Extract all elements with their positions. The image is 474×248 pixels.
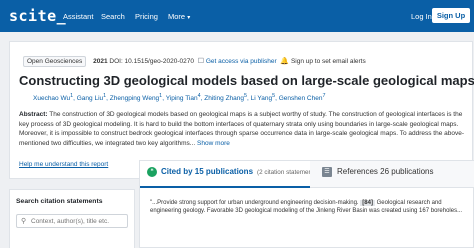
abstract-text: The construction of 3D geological models… [19,111,465,147]
abstract: Abstract: The construction of 3D geologi… [19,110,471,148]
cited-by-count: Cited by 15 publications [161,167,254,176]
publication-year: 2021 [93,58,108,65]
abstract-label: Abstract: [19,111,48,118]
author-link[interactable]: Genshen Chen [279,95,323,102]
tab-references[interactable]: ☰ References 26 publications [310,161,474,188]
article-meta: Open Geosciences 2021 DOI: 10.1515/geo-2… [23,56,366,67]
article-card: Open Geosciences 2021 DOI: 10.1515/geo-2… [9,41,474,179]
author-link[interactable]: Xuechao Wu [33,95,70,102]
signup-button[interactable]: Sign Up [432,8,470,23]
search-panel-title: Search citation statements [16,198,103,205]
email-alerts-link[interactable]: Sign up to set email alerts [291,58,366,65]
show-more-link[interactable]: Show more [197,140,230,147]
nav-more[interactable]: More ▾ [168,12,190,21]
author-link[interactable]: Li Yang [251,95,272,102]
nav-pricing[interactable]: Pricing [135,12,158,21]
nav-assistant[interactable]: Assistant [63,12,93,21]
document-icon: ☰ [322,167,332,177]
search-citations-panel: Search citation statements ⚲ [9,189,135,248]
tab-cited-by[interactable]: ❝ Cited by 15 publications (2 citation st… [140,161,319,188]
bell-icon: 🔔 [278,58,290,65]
checkbox-icon: ☐ [195,58,205,65]
reference-badge[interactable]: [84] [360,200,375,206]
top-nav: scite_ Assistant Search Pricing More ▾ L… [0,0,474,32]
scite-logo[interactable]: scite_ [9,7,66,25]
cited-by-label: Cited by 15 publications (2 citation stat… [161,167,319,176]
chevron-down-icon: ▾ [187,15,191,21]
search-icon: ⚲ [21,218,27,225]
author-link[interactable]: Gang Liu [77,95,103,102]
snippet-text-pre: "...Provide strong support for urban und… [150,200,359,206]
quote-icon: ❝ [147,167,157,177]
publisher-access-link[interactable]: Get access via publisher [206,58,277,65]
help-understand-link[interactable]: Help me understand this report [19,161,108,168]
author-link[interactable]: Yiping Tian [166,95,198,102]
author-link[interactable]: Zhiting Zhang [204,95,244,102]
nav-more-label: More [168,12,186,21]
citations-panel: ❝ Cited by 15 publications (2 citation st… [139,160,474,248]
login-link[interactable]: Log In [411,12,432,21]
citation-snippet: "...Provide strong support for urban und… [140,193,474,221]
search-box[interactable]: ⚲ [16,214,128,228]
author-list: Xuechao Wu1, Gang Liu1, Zhengping Weng1,… [33,93,326,103]
author-link[interactable]: Zhengping Weng [110,95,159,102]
journal-badge[interactable]: Open Geosciences [23,56,87,67]
search-input[interactable] [31,216,125,226]
article-title: Constructing 3D geological models based … [19,73,474,88]
nav-search[interactable]: Search [101,12,125,21]
references-label: References 26 publications [337,167,434,176]
doi-text[interactable]: DOI: 10.1515/geo-2020-0270 [109,58,194,65]
